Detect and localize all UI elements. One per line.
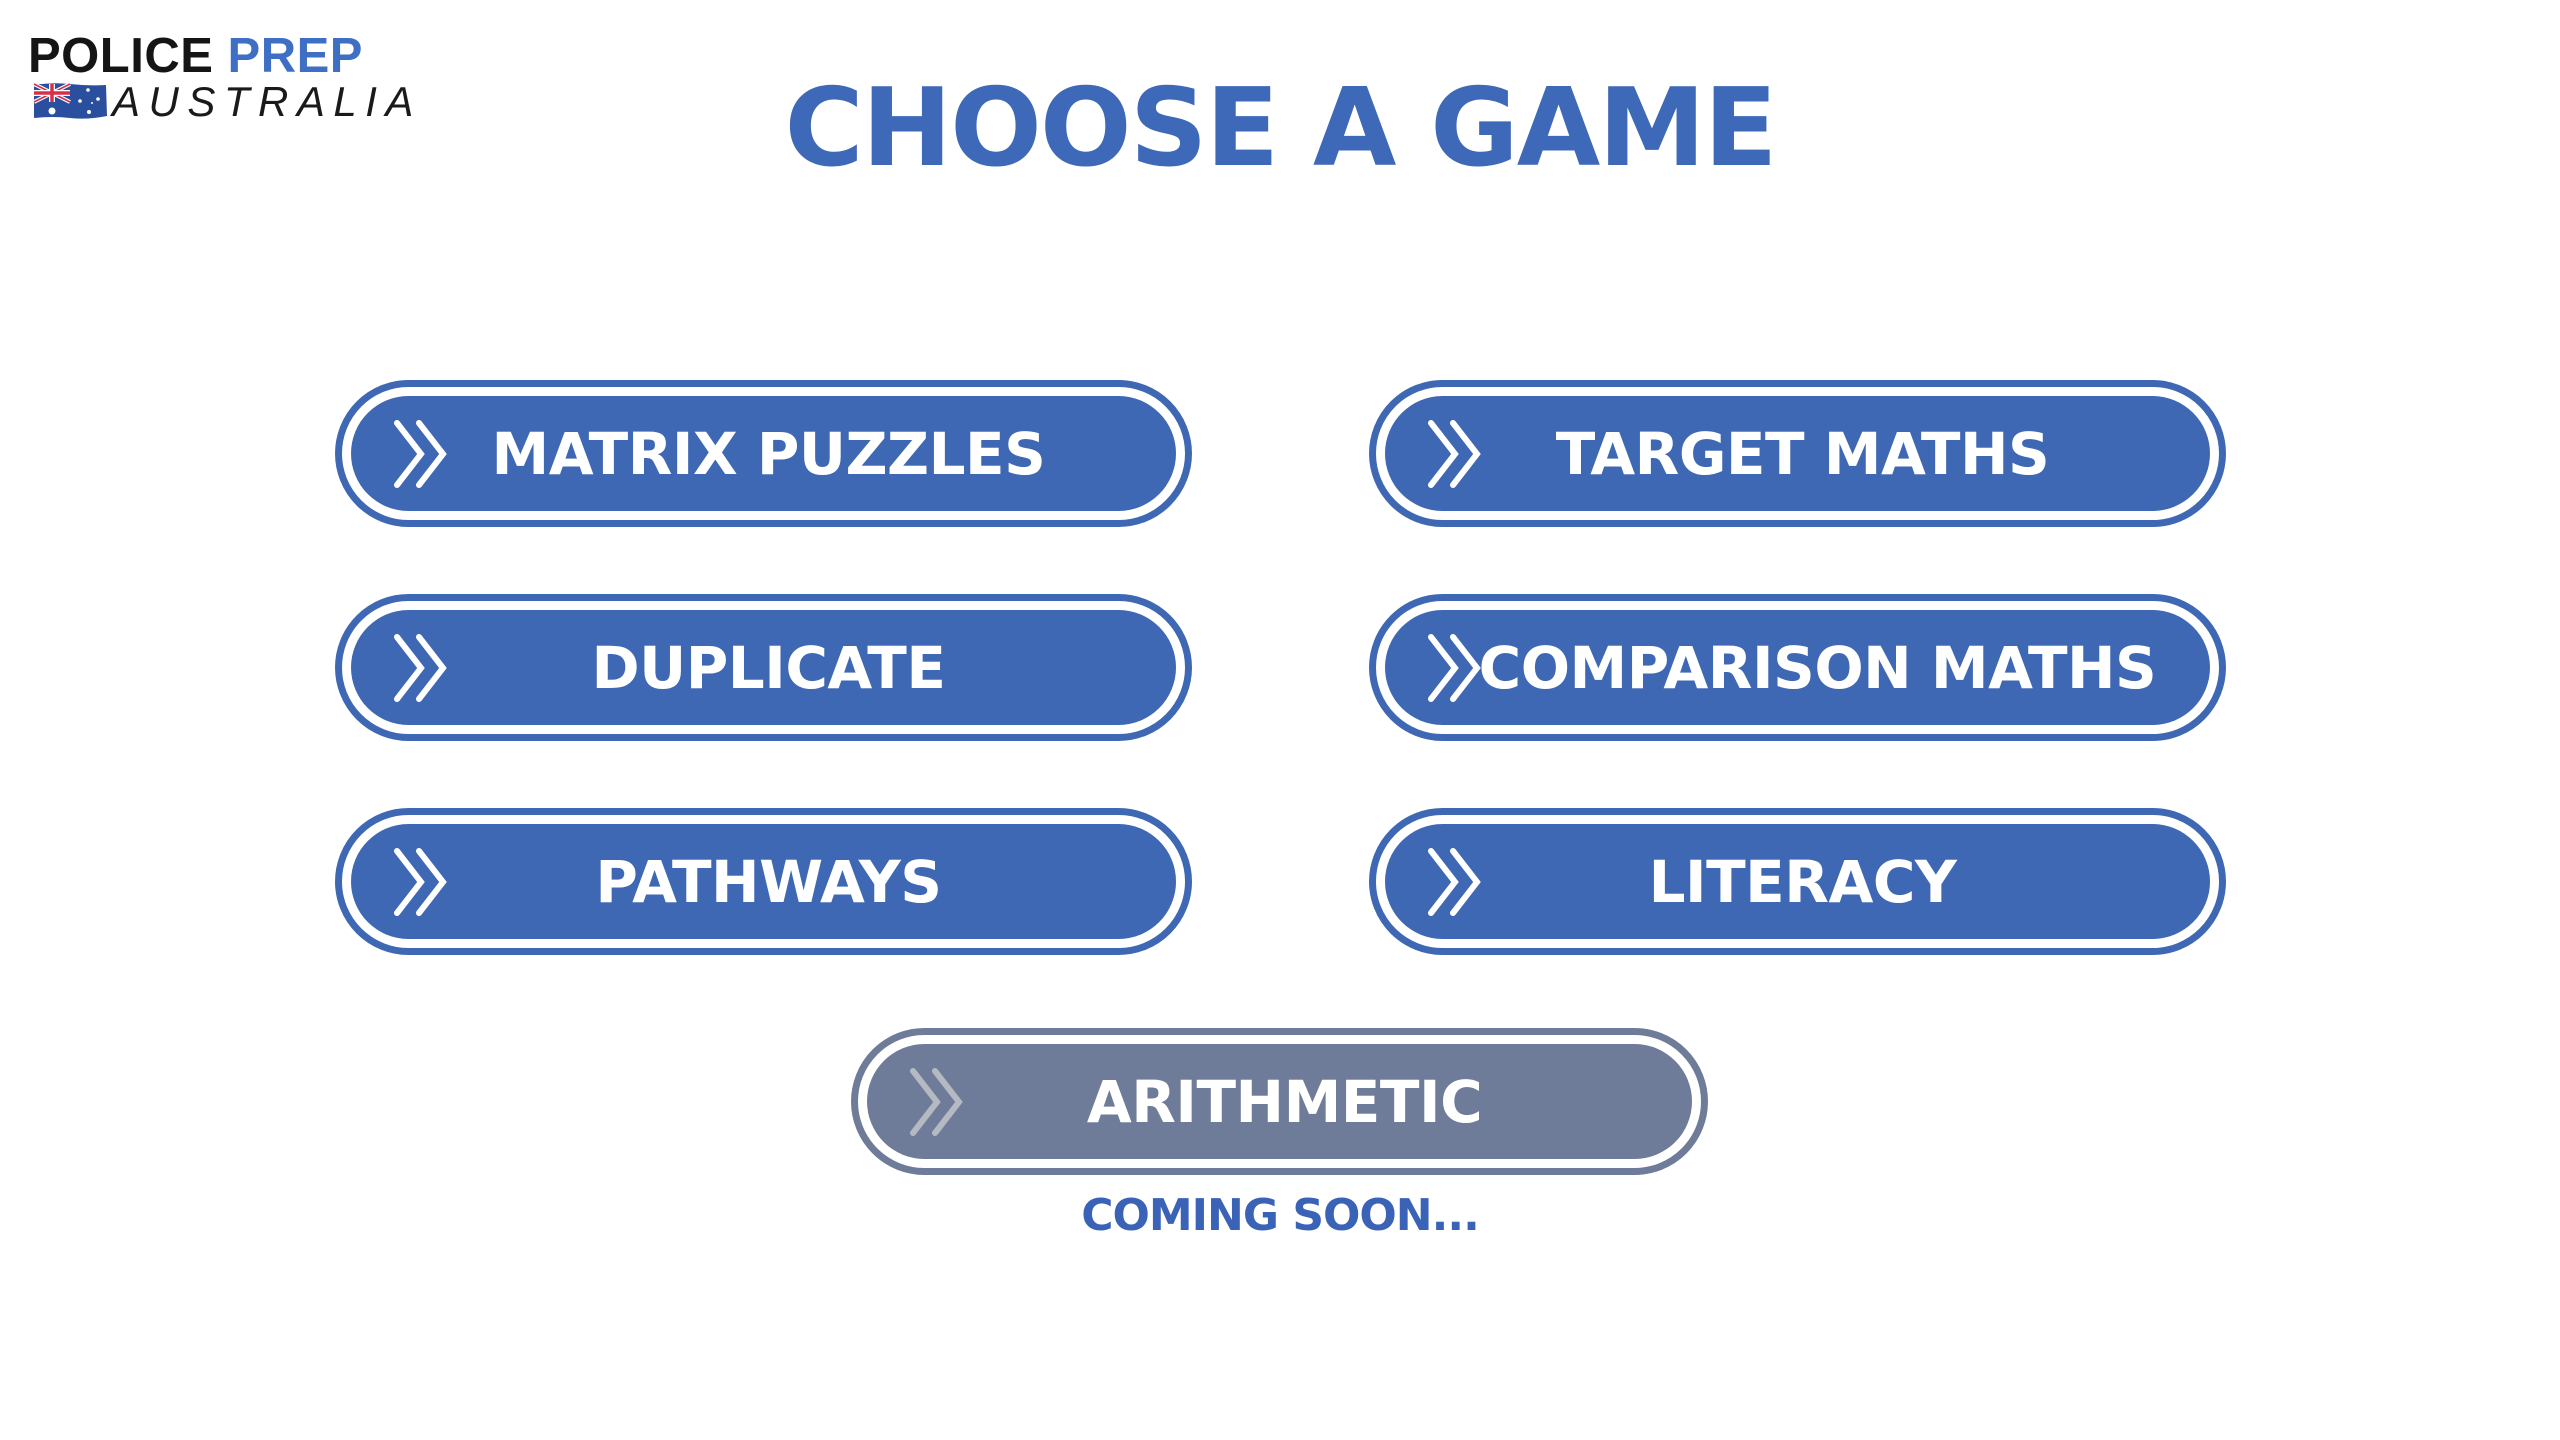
arithmetic-button-disabled: ARITHMETIC [851,1028,1708,1175]
double-chevron-right-icon [1428,847,1481,916]
coming-soon-note: COMING SOON... [1081,1190,1480,1241]
double-chevron-right-icon [910,1067,963,1136]
button-label: MATRIX PUZZLES [491,419,1046,488]
double-chevron-right-icon [394,633,447,702]
pathways-button[interactable]: PATHWAYS [335,808,1192,955]
button-label: LITERACY [1648,847,1957,916]
button-label: PATHWAYS [595,847,942,916]
page-title: CHOOSE A GAME [784,66,1777,191]
button-body: COMPARISON MATHS [1385,610,2210,725]
matrix-puzzles-button[interactable]: MATRIX PUZZLES [335,380,1192,527]
duplicate-button[interactable]: DUPLICATE [335,594,1192,741]
button-body: DUPLICATE [351,610,1176,725]
button-body: MATRIX PUZZLES [351,396,1176,511]
target-maths-button[interactable]: TARGET MATHS [1369,380,2226,527]
button-body: TARGET MATHS [1385,396,2210,511]
button-body: ARITHMETIC [867,1044,1692,1159]
double-chevron-right-icon [394,847,447,916]
button-body: LITERACY [1385,824,2210,939]
double-chevron-right-icon [1428,633,1481,702]
double-chevron-right-icon [1428,419,1481,488]
comparison-maths-button[interactable]: COMPARISON MATHS [1369,594,2226,741]
button-label: DUPLICATE [591,633,946,702]
button-label: COMPARISON MATHS [1478,633,2157,702]
button-label: TARGET MATHS [1555,419,2050,488]
button-body: PATHWAYS [351,824,1176,939]
double-chevron-right-icon [394,419,447,488]
literacy-button[interactable]: LITERACY [1369,808,2226,955]
button-label: ARITHMETIC [1086,1067,1483,1136]
